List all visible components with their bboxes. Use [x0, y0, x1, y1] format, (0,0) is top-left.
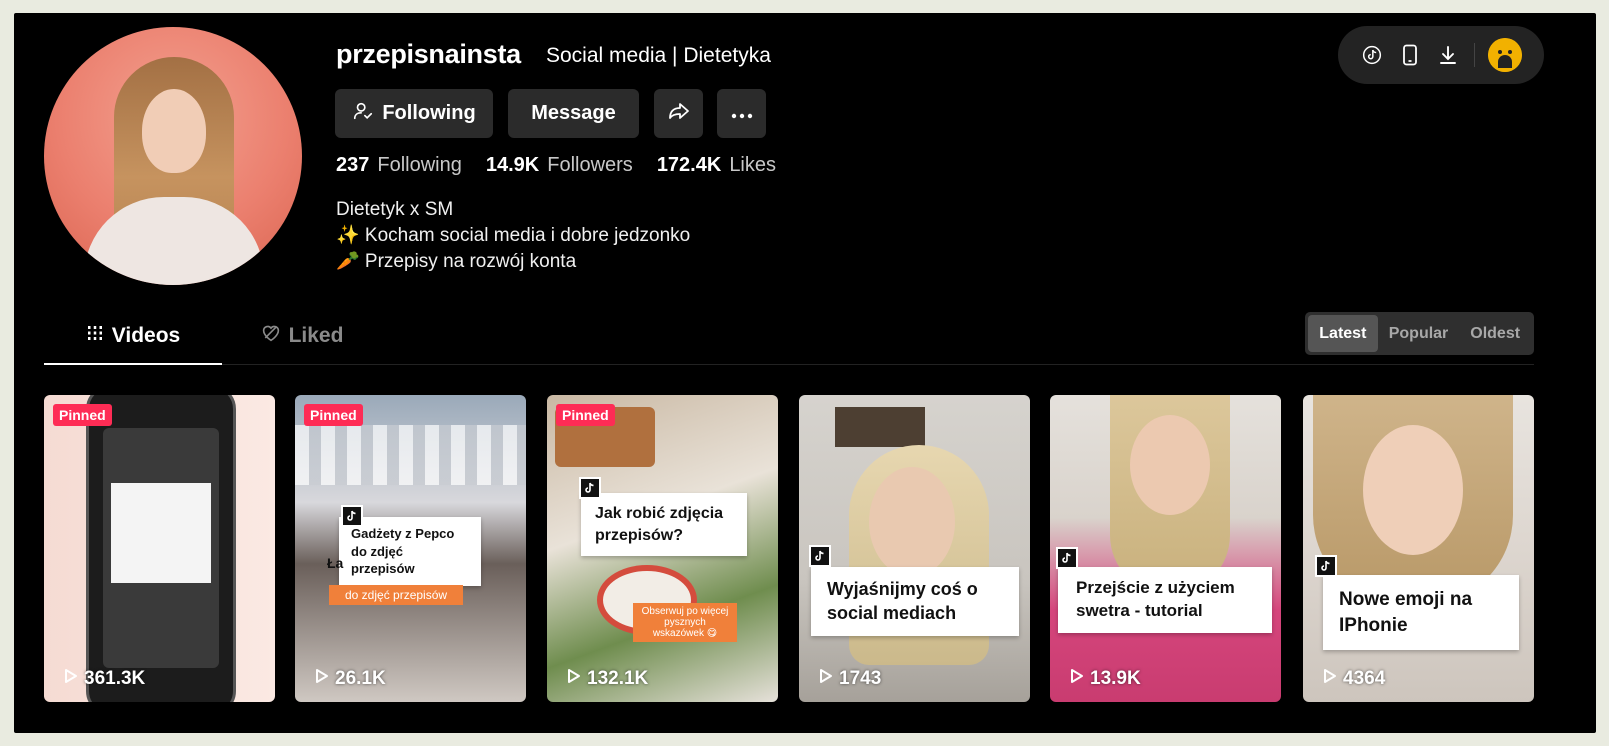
partial-caption: Ła [327, 555, 344, 571]
toolbar-divider [1474, 43, 1475, 67]
bio-line: ✨ Kocham social media i dobre jedzonko [336, 225, 691, 246]
phone-mockup [86, 395, 236, 702]
stat-following[interactable]: 237 Following [336, 154, 462, 177]
following-button[interactable]: Following [335, 89, 493, 138]
sort-oldest[interactable]: Oldest [1459, 315, 1531, 352]
more-dots-icon [731, 102, 753, 125]
following-person-icon [352, 100, 374, 128]
more-options-button[interactable] [717, 89, 766, 138]
view-count: 26.1K [315, 668, 386, 690]
view-count: 4364 [1323, 668, 1385, 690]
view-count: 132.1K [567, 668, 648, 690]
tab-videos-label: Videos [111, 324, 181, 347]
video-card[interactable]: Przejście z użyciem swetra - tutorial 13… [1050, 395, 1281, 702]
profile-nickname: Social media | Dietetyka [546, 44, 771, 67]
video-card[interactable]: Nowe emoji na IPhonie 4364 [1303, 395, 1534, 702]
play-icon [1070, 668, 1084, 690]
video-subcaption: do zdjęć przepisów [329, 585, 464, 605]
video-caption: Jak robić zdjęcia przepisów? [581, 493, 747, 557]
play-icon [315, 668, 329, 690]
share-arrow-icon [667, 99, 691, 129]
top-right-toolbar [1338, 26, 1544, 84]
download-icon[interactable] [1436, 43, 1460, 67]
tiktok-icon[interactable] [1360, 43, 1384, 67]
stat-followers[interactable]: 14.9K Followers [486, 154, 633, 177]
view-count: 1743 [819, 668, 881, 690]
tiktok-icon [579, 477, 601, 499]
tab-liked[interactable]: Liked [222, 309, 382, 363]
pinned-badge: Pinned [53, 404, 112, 426]
play-icon [567, 668, 581, 690]
pinned-badge: Pinned [556, 404, 615, 426]
view-count: 361.3K [64, 668, 145, 690]
share-button[interactable] [654, 89, 703, 138]
stat-likes: 172.4K Likes [656, 154, 777, 176]
tab-videos[interactable]: Videos [44, 309, 222, 365]
tiktok-icon [1315, 555, 1337, 577]
video-card[interactable]: Wyjaśnijmy coś o social mediach 1743 [799, 395, 1030, 702]
phone-icon[interactable] [1398, 43, 1422, 67]
heart-outline-icon [261, 324, 281, 348]
tiktok-icon [1056, 547, 1078, 569]
bio-line: Dietetyk x SM [336, 199, 454, 220]
profile-bio: Dietetyk x SM ✨ Kocham social media i do… [336, 197, 690, 275]
following-button-label: Following [382, 102, 476, 124]
video-caption: Gadżety z Pepco do zdjęć przepisów [339, 517, 481, 586]
video-caption: Wyjaśnijmy coś o social mediach [811, 567, 1019, 636]
tiktok-icon [809, 545, 831, 567]
sort-latest[interactable]: Latest [1308, 315, 1378, 352]
video-card[interactable]: Gadżety z Pepco do zdjęć przepisów Ła do… [295, 395, 526, 702]
tab-liked-label: Liked [288, 324, 344, 347]
message-button[interactable]: Message [508, 89, 639, 138]
play-icon [1323, 668, 1337, 690]
play-icon [819, 668, 833, 690]
profile-page: przepisnainsta Social media | Dietetyka … [14, 13, 1596, 733]
video-grid: Pinned 361.3K Gadżety z Pepco do zdjęć p… [44, 395, 1534, 702]
sort-control: Latest Popular Oldest [1305, 312, 1534, 355]
video-card[interactable]: Jak robić zdjęcia przepisów? Obserwuj po… [547, 395, 778, 702]
video-caption: Nowe emoji na IPhonie [1323, 575, 1519, 651]
profile-avatar [44, 27, 302, 285]
video-subcaption: Obserwuj po więcej pysznych wskazówek 😋 [633, 603, 737, 642]
view-count: 13.9K [1070, 668, 1141, 690]
play-icon [64, 668, 78, 690]
sort-popular[interactable]: Popular [1378, 315, 1460, 352]
profile-username: przepisnainsta [336, 39, 521, 69]
video-card[interactable]: Pinned 361.3K [44, 395, 275, 702]
pinned-badge: Pinned [304, 404, 363, 426]
user-avatar[interactable] [1488, 38, 1522, 72]
video-caption: Przejście z użyciem swetra - tutorial [1058, 567, 1272, 633]
tiktok-icon [341, 505, 363, 527]
profile-stats: 237 Following 14.9K Followers 172.4K Likes [336, 154, 800, 177]
bio-line: 🥕 Przepisy na rozwój konta [336, 251, 577, 272]
grid-icon [86, 324, 104, 348]
